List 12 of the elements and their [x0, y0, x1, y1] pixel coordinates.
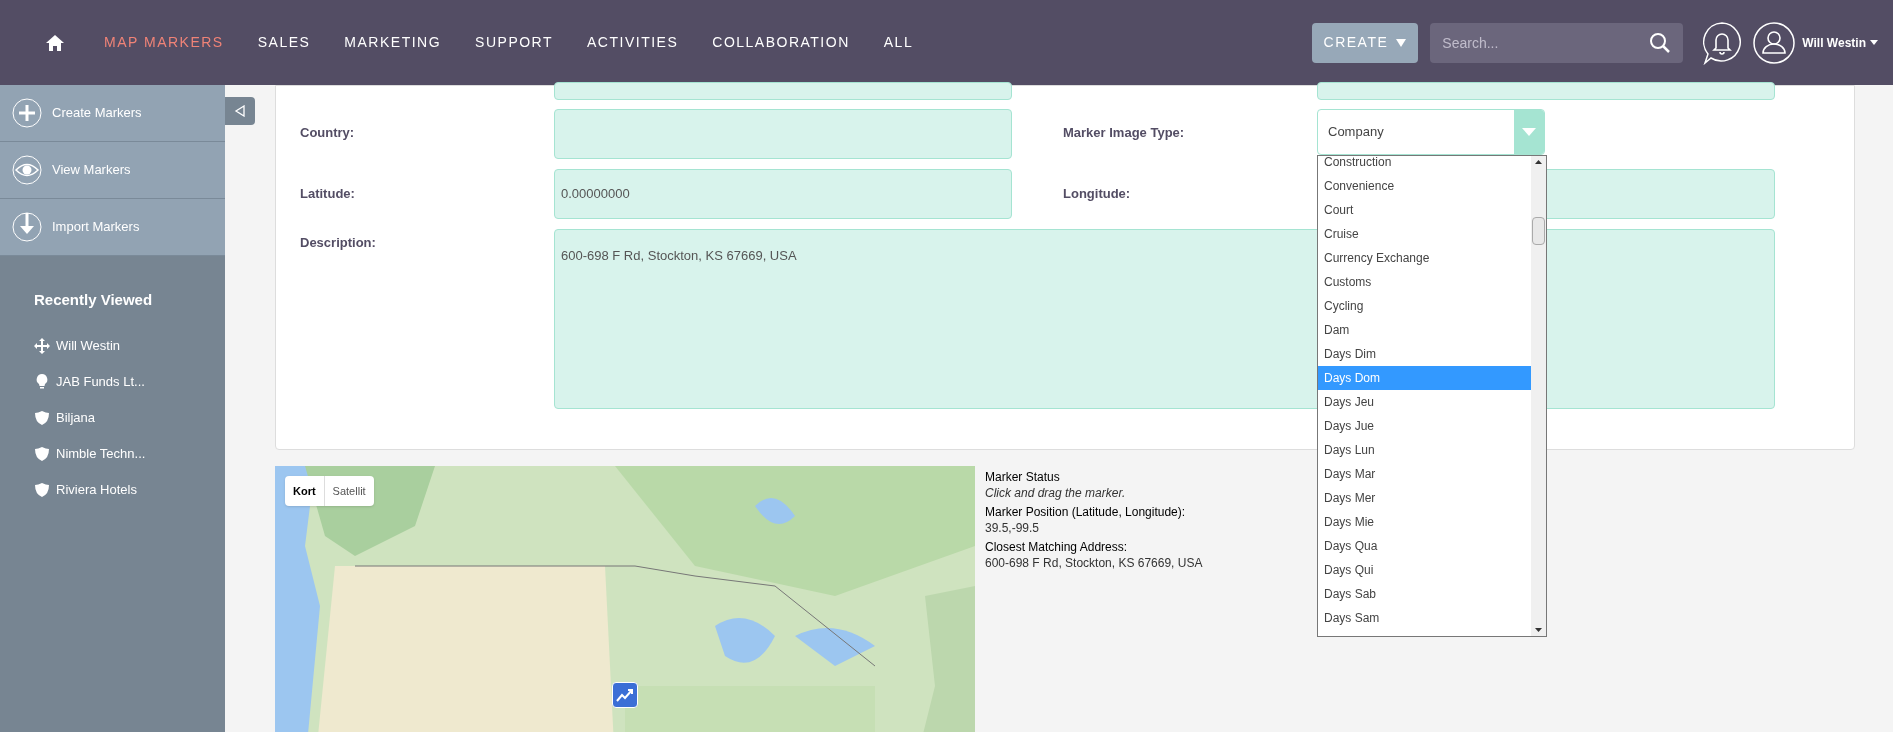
field-label: Country: [300, 124, 355, 142]
field-label: Marker Image Type: [1063, 124, 1185, 142]
info-text: Marker Position (Latitude, Longitude): [985, 504, 1187, 520]
info-text: 39.5,-99.5 [985, 520, 1041, 536]
field-label: Description: [300, 234, 376, 252]
section-heading: Recently Viewed [33, 290, 154, 310]
info-text: Marker Status [985, 469, 1061, 485]
info-text: Closest Matching Address: [985, 539, 1129, 555]
info-text: 600-698 F Rd, Stockton, KS 67669, USA [985, 555, 1203, 571]
info-text: Click and drag the marker. [985, 485, 1127, 501]
field-label: Longitude: [1063, 185, 1131, 203]
field-label: Latitude: [300, 185, 355, 203]
